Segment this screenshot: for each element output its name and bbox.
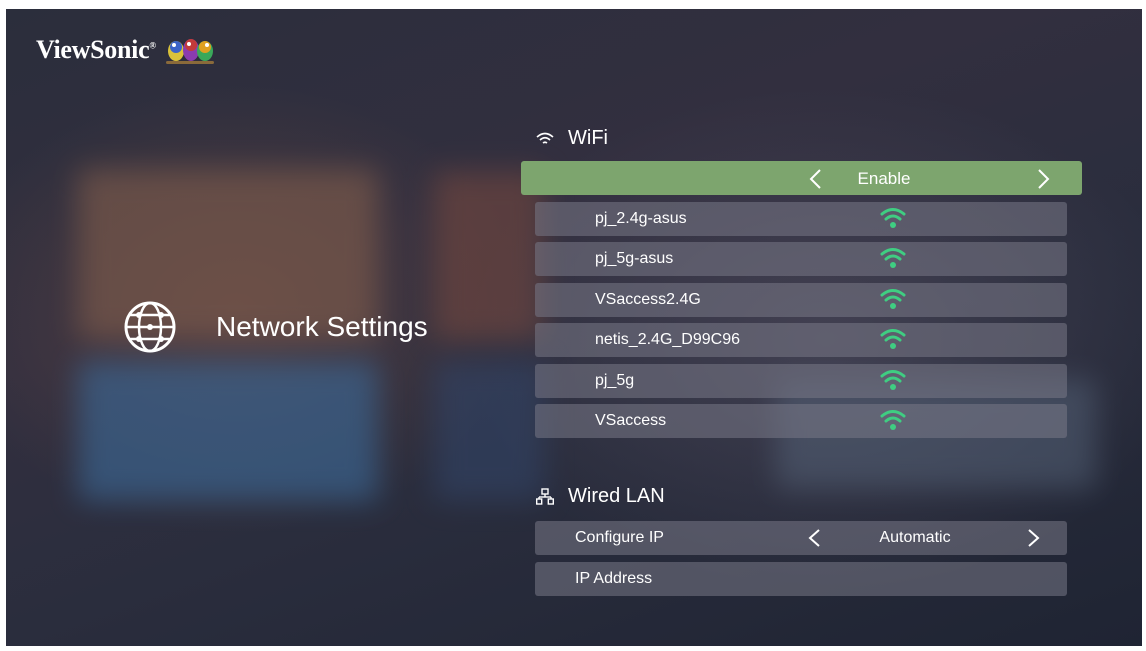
wifi-enable-value: Enable (857, 169, 911, 188)
chevron-right-icon[interactable] (1037, 168, 1051, 190)
network-ssid: VSaccess2.4G (595, 291, 701, 308)
wifi-signal-icon (880, 208, 906, 228)
chevron-left-icon[interactable] (807, 528, 821, 548)
wifi-signal-icon (880, 248, 906, 268)
page-title: Network Settings (216, 311, 428, 342)
wifi-network-row[interactable]: netis_2.4G_D99C96 (535, 323, 1067, 357)
wifi-network-row[interactable]: pj_2.4g-asus (535, 202, 1067, 236)
projector-screen: ViewSonic® Network Settings WiFi Enable … (6, 9, 1142, 646)
network-ssid: pj_2.4g-asus (595, 210, 687, 227)
wifi-signal-icon (880, 410, 906, 430)
network-ssid: VSaccess (595, 412, 667, 429)
wifi-network-row[interactable]: VSaccess (535, 404, 1067, 438)
chevron-left-icon[interactable] (808, 168, 822, 190)
section-title-panel: Network Settings (122, 299, 428, 355)
wifi-signal-icon (880, 289, 906, 309)
lan-icon (536, 487, 554, 505)
ip-address-row[interactable]: IP Address (535, 562, 1067, 596)
background-tile (434, 361, 544, 501)
wired-lan-section-title: Wired LAN (568, 485, 665, 507)
wifi-network-row[interactable]: VSaccess2.4G (535, 283, 1067, 317)
birds-logo-icon (165, 39, 214, 64)
network-ssid: netis_2.4G_D99C96 (595, 331, 740, 348)
wifi-network-row[interactable]: pj_5g-asus (535, 242, 1067, 276)
configure-ip-value: Automatic (879, 529, 951, 546)
wifi-enable-selector[interactable]: Enable (521, 161, 1082, 195)
network-ssid: pj_5g (595, 372, 635, 389)
wired-lan-section-header: Wired LAN (536, 485, 665, 508)
chevron-right-icon[interactable] (1027, 528, 1041, 548)
background-tile (78, 361, 378, 501)
wifi-section-title: WiFi (568, 127, 608, 149)
wifi-signal-icon (880, 329, 906, 349)
ip-address-label: IP Address (575, 570, 653, 587)
wifi-section-header: WiFi (536, 127, 608, 150)
network-ssid: pj_5g-asus (595, 250, 674, 267)
wifi-network-row[interactable]: pj_5g (535, 364, 1067, 398)
globe-icon (124, 301, 176, 353)
background-tile (434, 171, 544, 341)
configure-ip-row[interactable]: Configure IP Automatic (535, 521, 1067, 555)
brand-logo: ViewSonic® (36, 33, 216, 67)
brand-name: ViewSonic® (36, 35, 156, 64)
wifi-icon (536, 132, 554, 144)
configure-ip-label: Configure IP (575, 529, 664, 546)
wifi-signal-icon (880, 370, 906, 390)
